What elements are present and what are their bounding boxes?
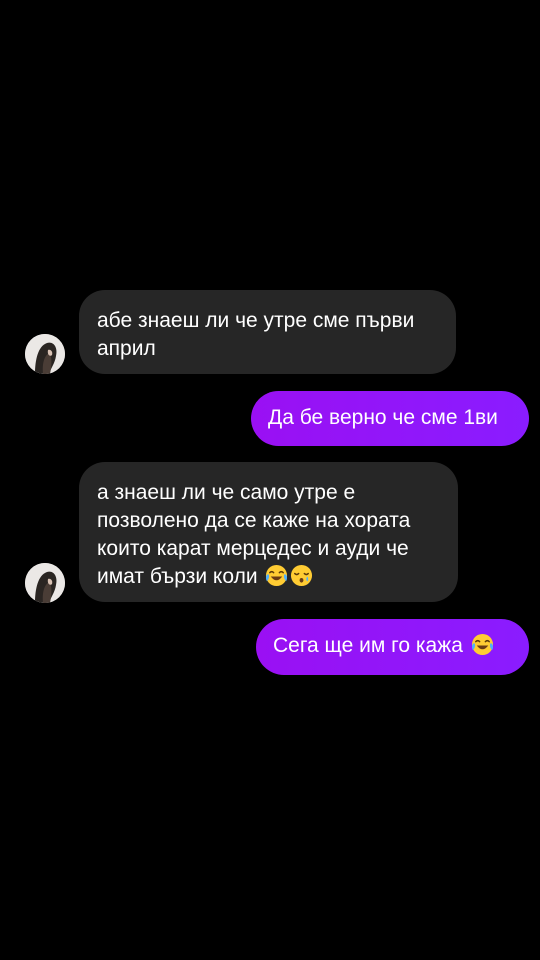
sleepy-face-icon xyxy=(290,564,313,587)
contact-avatar[interactable] xyxy=(25,563,65,603)
message-text: а знаеш ли че само утре е позволено да с… xyxy=(97,481,411,588)
message-bubble-outgoing[interactable]: Сега ще им го кажа xyxy=(256,619,529,675)
chat-thread: абе знаеш ли че утре сме първи април Да … xyxy=(0,0,540,960)
contact-avatar[interactable] xyxy=(25,334,65,374)
message-text: Да бе верно че сме 1ви xyxy=(268,406,498,429)
message-text: абе знаеш ли че утре сме първи април xyxy=(97,309,415,360)
message-bubble-outgoing[interactable]: Да бе верно че сме 1ви xyxy=(251,391,529,446)
message-row-incoming: абе знаеш ли че утре сме първи април xyxy=(0,290,540,376)
message-row-outgoing: Да бе верно че сме 1ви xyxy=(0,391,540,447)
message-bubble-incoming[interactable]: абе знаеш ли че утре сме първи април xyxy=(79,290,456,374)
message-text: Сега ще им го кажа xyxy=(273,634,463,657)
face-with-tears-of-joy-icon xyxy=(471,633,494,656)
message-bubble-incoming[interactable]: а знаеш ли че само утре е позволено да с… xyxy=(79,462,458,602)
message-row-incoming: а знаеш ли че само утре е позволено да с… xyxy=(0,462,540,604)
face-with-tears-of-joy-icon xyxy=(265,564,288,587)
message-row-outgoing: Сега ще им го кажа xyxy=(0,619,540,675)
